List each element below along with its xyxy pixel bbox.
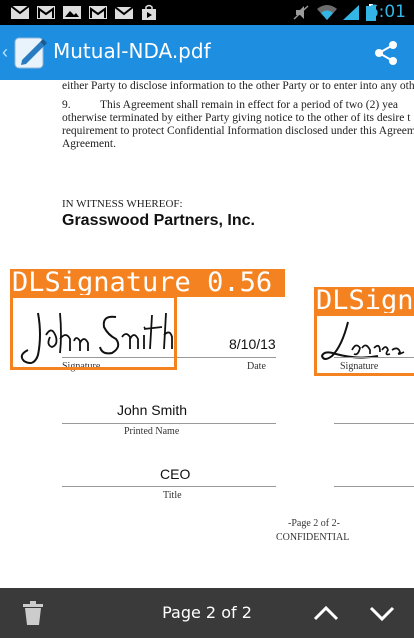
document-title: Mutual-NDA.pdf bbox=[53, 39, 211, 63]
up-navigation-icon[interactable]: ‹ bbox=[2, 42, 8, 63]
detection-label: DLSignature 0.56 bbox=[10, 269, 285, 297]
footer-confidential: CONFIDENTIAL bbox=[276, 532, 350, 543]
bottom-bar: Page 2 of 2 bbox=[0, 588, 414, 638]
share-icon[interactable] bbox=[372, 39, 400, 67]
clause-text-line: This Agreement shall remain in effect fo… bbox=[100, 99, 399, 111]
paragraph-fragment: either Party to disclose information to … bbox=[62, 80, 414, 92]
gmail-icon bbox=[37, 6, 55, 19]
detection-label: DLSignature bbox=[314, 287, 414, 315]
printed-name-line bbox=[334, 423, 414, 424]
document-page[interactable]: either Party to disclose information to … bbox=[0, 80, 414, 588]
action-bar: ‹ Mutual-NDA.pdf bbox=[0, 25, 414, 80]
printed-name-label: Printed Name bbox=[124, 426, 180, 437]
pen-document-icon[interactable] bbox=[12, 33, 50, 71]
gallery-icon bbox=[63, 6, 81, 19]
chevron-up-icon[interactable] bbox=[312, 602, 340, 624]
date-label: Date bbox=[247, 361, 266, 372]
store-icon bbox=[142, 4, 156, 20]
wifi-icon bbox=[317, 5, 337, 20]
title-value: CEO bbox=[160, 466, 191, 482]
clause-text-line: otherwise terminated by either Party giv… bbox=[62, 112, 411, 124]
mute-icon bbox=[293, 5, 309, 20]
company-name: Grasswood Partners, Inc. bbox=[62, 212, 255, 229]
gmail-icon bbox=[89, 6, 107, 19]
detection-box bbox=[10, 295, 177, 370]
title-line bbox=[62, 486, 276, 487]
witness-heading: IN WITNESS WHEREOF: bbox=[62, 198, 183, 210]
chevron-down-icon[interactable] bbox=[368, 602, 396, 624]
email-icon bbox=[10, 5, 30, 19]
detection-box bbox=[314, 313, 414, 376]
email-icon bbox=[114, 6, 134, 19]
date-value: 8/10/13 bbox=[229, 336, 276, 352]
page-indicator: Page 2 of 2 bbox=[162, 603, 252, 622]
clause-text-line: requirement to protect Confidential Info… bbox=[62, 125, 414, 137]
title-label: Title bbox=[163, 490, 182, 501]
signal-icon bbox=[343, 5, 359, 20]
title-line bbox=[334, 486, 414, 487]
clock: 6:01 bbox=[367, 2, 406, 22]
clause-number: 9. bbox=[62, 99, 71, 111]
status-bar: 6:01 bbox=[0, 0, 414, 25]
printed-name-line bbox=[62, 423, 276, 424]
footer-page-number: -Page 2 of 2- bbox=[288, 518, 340, 529]
printed-name-value: John Smith bbox=[117, 402, 188, 418]
clause-text-line: Agreement. bbox=[62, 138, 116, 150]
